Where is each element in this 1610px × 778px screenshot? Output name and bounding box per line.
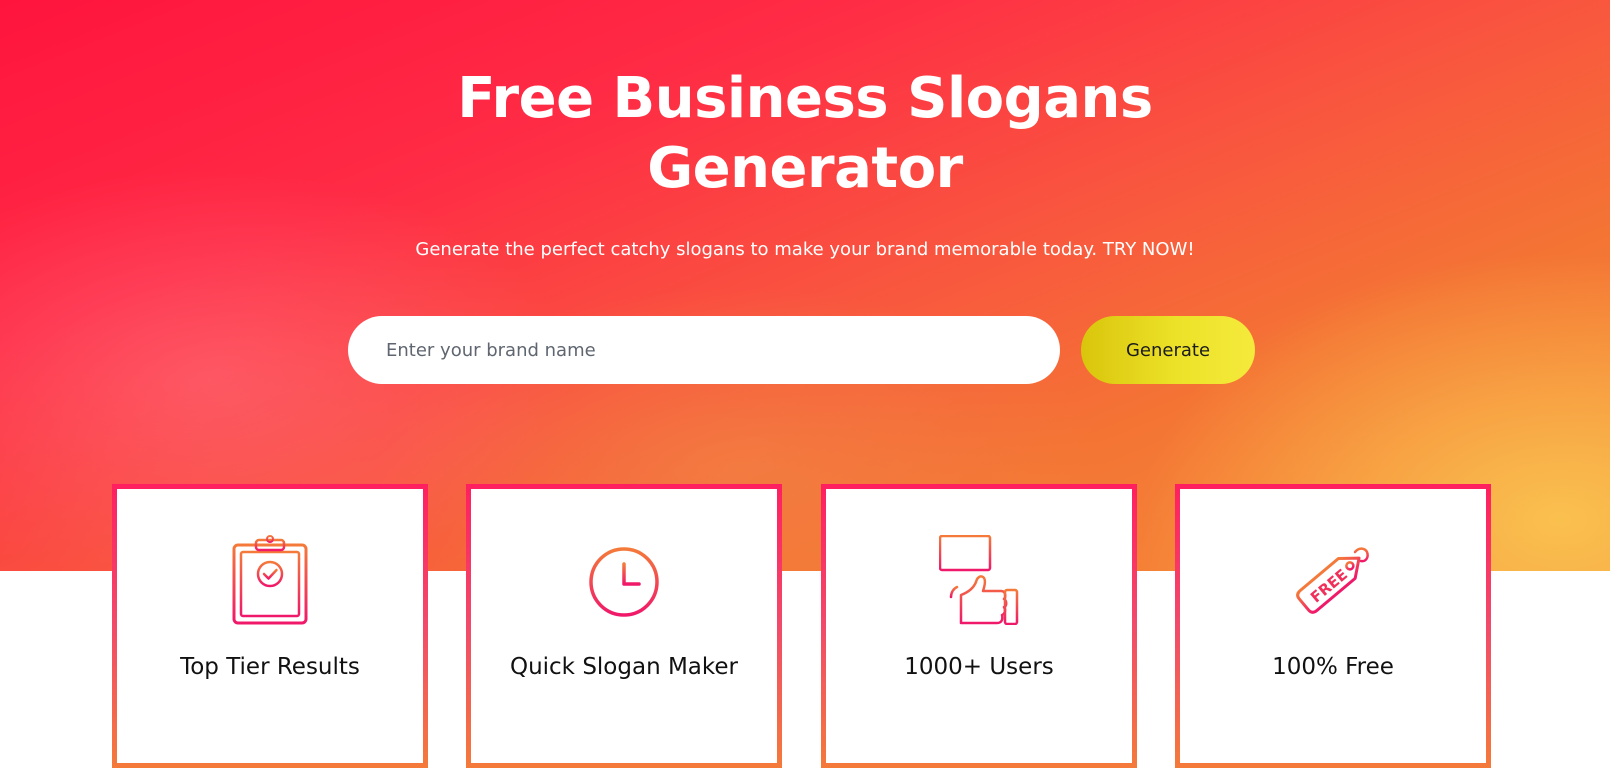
page-title: Free Business Slogans Generator (0, 64, 1610, 204)
clock-icon (584, 535, 664, 625)
hero-subtitle: Generate the perfect catchy slogans to m… (415, 239, 1195, 260)
feature-label: Quick Slogan Maker (509, 654, 739, 680)
feature-card-quick-slogan-maker: Quick Slogan Maker (466, 484, 782, 768)
feature-card-free: FREE 100% Free (1175, 484, 1491, 768)
page-title-line-2: Generator (647, 136, 963, 201)
features-section: Top Tier Results Quick Slogan Maker 1000… (112, 484, 1492, 770)
brand-name-input[interactable] (348, 316, 1060, 384)
landing-page: Free Business Slogans Generator Generate… (0, 0, 1610, 778)
free-tag-icon: FREE (1293, 535, 1373, 625)
feature-card-users: 1000+ Users (821, 484, 1137, 768)
page-title-line-1: Free Business Slogans (457, 66, 1153, 131)
clipboard-check-icon (230, 535, 310, 625)
feature-card-top-tier-results: Top Tier Results (112, 484, 428, 768)
feature-label: Top Tier Results (180, 654, 360, 680)
feature-label: 1000+ Users (904, 654, 1054, 680)
generate-button[interactable]: Generate (1081, 316, 1255, 384)
feature-label: 100% Free (1272, 654, 1394, 680)
thumbs-up-sign-icon (939, 535, 1019, 625)
